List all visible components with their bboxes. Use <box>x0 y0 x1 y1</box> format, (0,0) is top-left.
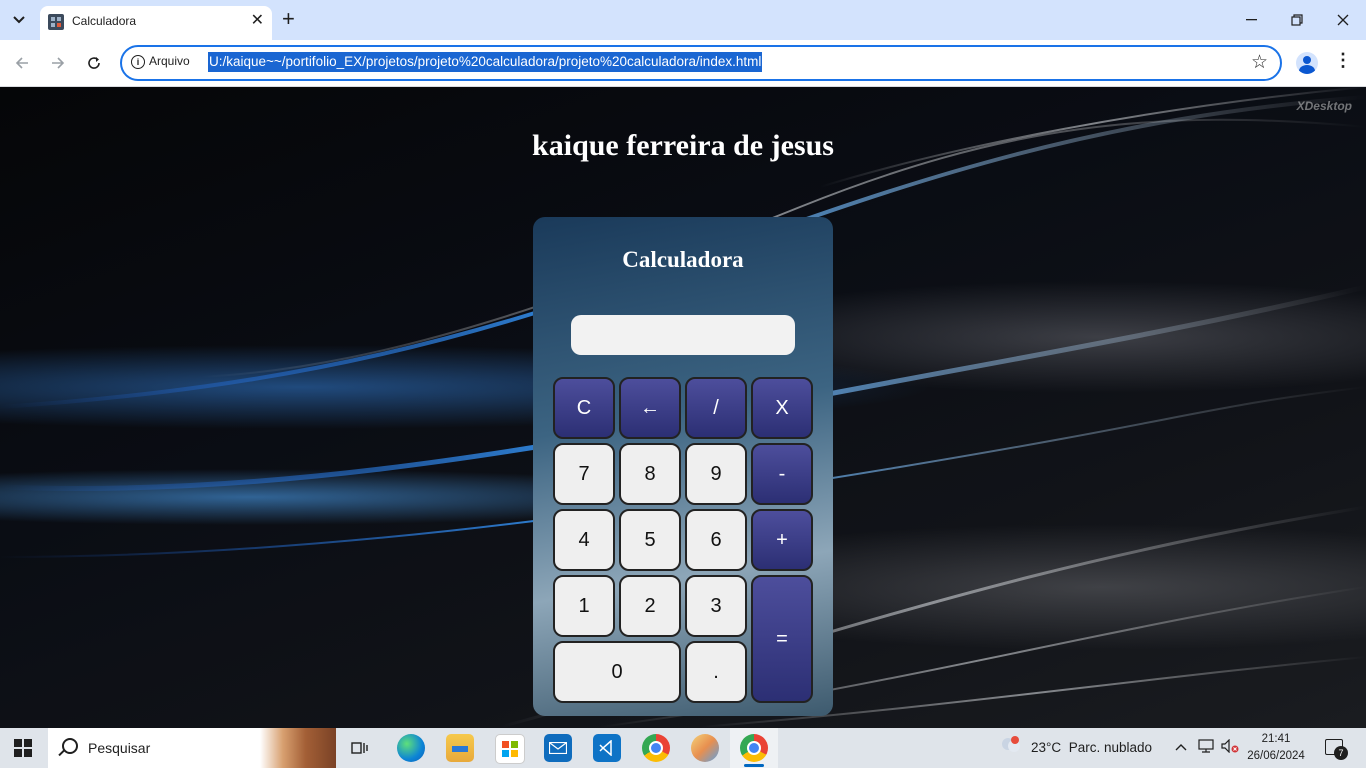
tab-close-icon[interactable]: ✕ <box>251 12 264 30</box>
security-label[interactable]: Arquivo <box>149 54 190 68</box>
digit-6-button[interactable]: 6 <box>685 509 747 571</box>
url-text[interactable]: U:/kaique~~/portifolio_EX/projetos/proje… <box>208 52 763 72</box>
notification-count-badge: 7 <box>1334 746 1348 760</box>
close-window-button[interactable] <box>1320 0 1366 40</box>
microsoft-store-icon[interactable] <box>495 734 525 764</box>
tab-title: Calculadora <box>72 14 137 28</box>
reload-icon[interactable] <box>81 50 107 76</box>
back-arrow-icon[interactable] <box>9 50 35 76</box>
search-highlight-image <box>260 728 336 768</box>
plus-button[interactable]: + <box>751 509 813 571</box>
file-explorer-icon[interactable] <box>446 734 474 762</box>
windows-start-icon[interactable] <box>14 739 32 757</box>
system-clock[interactable]: 21:41 26/06/2024 <box>1246 731 1306 765</box>
profile-avatar-icon[interactable] <box>1296 52 1318 74</box>
chrome-icon[interactable] <box>740 734 768 762</box>
page-viewport: XDesktop kaique ferreira de jesus Calcul… <box>0 87 1366 728</box>
clock-date: 26/06/2024 <box>1247 750 1305 762</box>
digit-0-button[interactable]: 0 <box>553 641 681 703</box>
edge-browser-icon[interactable] <box>397 734 425 762</box>
digit-8-button[interactable]: 8 <box>619 443 681 505</box>
search-icon <box>62 738 78 754</box>
paint-icon[interactable] <box>691 734 719 762</box>
digit-2-button[interactable]: 2 <box>619 575 681 637</box>
decimal-button[interactable]: . <box>685 641 747 703</box>
calculator-display[interactable] <box>571 315 795 355</box>
minus-button[interactable]: - <box>751 443 813 505</box>
xdesktop-watermark: XDesktop <box>1296 99 1352 113</box>
site-info-icon[interactable]: i <box>131 55 145 69</box>
task-view-icon[interactable] <box>346 734 374 762</box>
mail-icon[interactable] <box>544 734 572 762</box>
bookmark-star-icon[interactable]: ☆ <box>1251 51 1268 74</box>
browser-menu-icon[interactable]: ⋮ <box>1334 50 1352 71</box>
calculator: Calculadora C ← / X 7 8 9 - 4 5 6 + 1 2 … <box>533 217 833 716</box>
address-bar[interactable]: i Arquivo U:/kaique~~/portifolio_EX/proj… <box>120 45 1282 81</box>
digit-4-button[interactable]: 4 <box>553 509 615 571</box>
weather-partly-cloudy-icon[interactable] <box>1000 736 1022 754</box>
calculator-title: Calculadora <box>622 247 744 272</box>
chrome-profile-icon[interactable] <box>642 734 670 762</box>
vs-code-icon[interactable] <box>593 734 621 762</box>
active-tab[interactable]: Calculadora ✕ <box>40 6 272 40</box>
divide-button[interactable]: / <box>685 377 747 439</box>
tab-strip: Calculadora ✕ + <box>0 0 1366 40</box>
browser-toolbar: i Arquivo U:/kaique~~/portifolio_EX/proj… <box>0 40 1366 87</box>
windows-taskbar: Pesquisar 23°C Parc. nublado 21:41 26/06… <box>0 728 1366 768</box>
digit-9-button[interactable]: 9 <box>685 443 747 505</box>
clear-button[interactable]: C <box>553 377 615 439</box>
calculator-favicon-icon <box>48 14 64 30</box>
digit-3-button[interactable]: 3 <box>685 575 747 637</box>
weather-condition: Parc. nublado <box>1068 740 1152 755</box>
multiply-button[interactable]: X <box>751 377 813 439</box>
taskbar-search-box[interactable]: Pesquisar <box>48 728 336 768</box>
show-hidden-icons-chevron-icon[interactable] <box>1175 739 1187 754</box>
new-tab-icon[interactable]: + <box>282 8 295 30</box>
equals-button[interactable]: = <box>751 575 813 703</box>
digit-1-button[interactable]: 1 <box>553 575 615 637</box>
forward-arrow-icon[interactable] <box>45 50 71 76</box>
minimize-window-button[interactable] <box>1228 0 1274 40</box>
search-placeholder: Pesquisar <box>88 740 151 756</box>
weather-temperature: 23°C <box>1031 740 1062 755</box>
tab-search-dropdown-icon[interactable] <box>6 7 32 33</box>
speaker-muted-icon[interactable] <box>1221 738 1239 756</box>
restore-window-button[interactable] <box>1274 0 1320 40</box>
weather-summary[interactable]: 23°C Parc. nublado <box>1031 740 1152 755</box>
clock-time: 21:41 <box>1261 733 1291 745</box>
page-title: kaique ferreira de jesus <box>532 129 834 162</box>
digit-7-button[interactable]: 7 <box>553 443 615 505</box>
backspace-button[interactable]: ← <box>619 377 681 439</box>
network-icon[interactable] <box>1198 739 1214 756</box>
digit-5-button[interactable]: 5 <box>619 509 681 571</box>
